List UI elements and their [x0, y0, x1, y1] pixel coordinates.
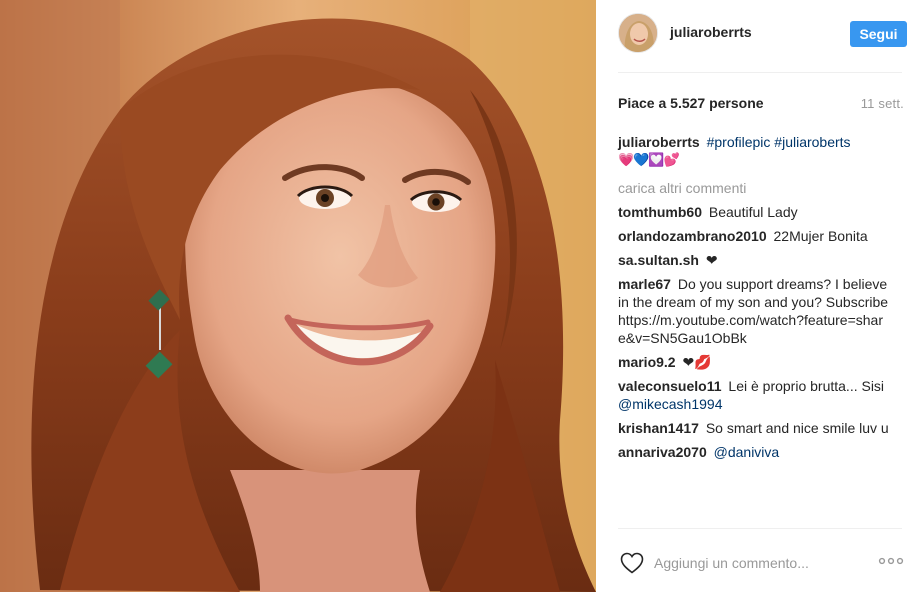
comment-username[interactable]: valeconsuelo11: [618, 378, 722, 394]
likes-count[interactable]: Piace a 5.527 persone: [618, 95, 764, 111]
avatar-image-icon: [619, 14, 657, 52]
comment-item: krishan1417 So smart and nice smile luv …: [618, 419, 890, 437]
comment-username[interactable]: krishan1417: [618, 420, 699, 436]
header-divider: [618, 72, 902, 73]
header-username[interactable]: juliaroberrts: [670, 24, 752, 40]
comments-list: juliaroberrts #profilepic #juliaroberts …: [618, 133, 890, 467]
comment-text: Lei è proprio brutta... Sisi: [728, 378, 885, 394]
load-more-comments[interactable]: carica altri commenti: [618, 179, 890, 197]
comment-username[interactable]: orlandozambrano2010: [618, 228, 767, 244]
post-photo[interactable]: [0, 0, 596, 592]
avatar[interactable]: [618, 13, 658, 53]
comment-username[interactable]: sa.sultan.sh: [618, 252, 699, 268]
post-timestamp[interactable]: 11 sett.: [861, 96, 904, 111]
add-comment-input[interactable]: [654, 552, 864, 574]
post-sidebar: juliaroberrts Segui Piace a 5.527 person…: [596, 0, 912, 592]
more-dots-icon[interactable]: [878, 554, 904, 568]
kiss-emoji: 💋: [694, 354, 712, 370]
caption: juliaroberrts #profilepic #juliaroberts …: [618, 133, 890, 169]
comment-item: tomthumb60 Beautiful Lady: [618, 203, 890, 221]
comment-item: orlandozambrano2010 22Mujer Bonita: [618, 227, 890, 245]
comment-username[interactable]: tomthumb60: [618, 204, 702, 220]
comment-item: valeconsuelo11 Lei è proprio brutta... S…: [618, 377, 890, 413]
heart-emoji: ❤: [682, 354, 695, 370]
instagram-post: juliaroberrts Segui Piace a 5.527 person…: [0, 0, 912, 592]
comment-mention[interactable]: @daniviva: [714, 444, 780, 460]
comment-item: sa.sultan.sh ❤: [618, 251, 890, 269]
likes-row: Piace a 5.527 persone 11 sett.: [618, 95, 908, 115]
comment-composer: [596, 530, 912, 592]
heart-emoji: ❤: [705, 252, 718, 268]
portrait-illustration: [0, 0, 596, 592]
caption-hashtags[interactable]: #profilepic #juliaroberts: [707, 134, 851, 150]
comment-username[interactable]: marle67: [618, 276, 671, 292]
post-header: juliaroberrts Segui: [596, 0, 912, 72]
comment-username[interactable]: annariva2070: [618, 444, 707, 460]
comment-item: mario9.2 ❤💋: [618, 353, 890, 371]
comment-username[interactable]: mario9.2: [618, 354, 676, 370]
composer-divider: [618, 528, 902, 529]
comment-text: Beautiful Lady: [708, 204, 798, 220]
caption-emojis: 💗💙💟💕: [618, 152, 680, 167]
comment-mention[interactable]: @mikecash1994: [618, 396, 723, 412]
caption-username[interactable]: juliaroberrts: [618, 134, 700, 150]
heart-outline-icon[interactable]: [620, 552, 644, 574]
comment-item: marle67 Do you support dreams? I believe…: [618, 275, 890, 347]
comment-text: 22Mujer Bonita: [773, 228, 868, 244]
comment-item: annariva2070 @daniviva: [618, 443, 890, 461]
comment-text: So smart and nice smile luv u: [705, 420, 889, 436]
follow-button[interactable]: Segui: [850, 21, 907, 47]
